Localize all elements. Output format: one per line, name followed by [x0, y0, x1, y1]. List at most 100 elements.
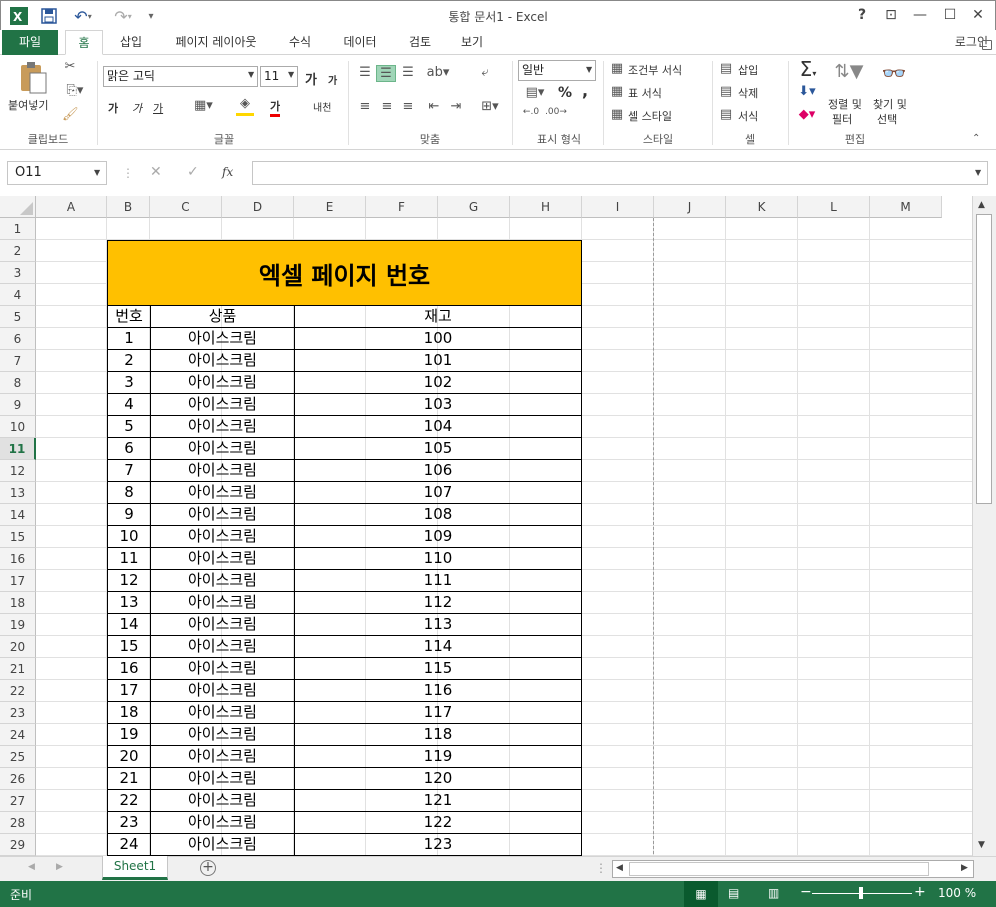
- comma-button[interactable]: ,: [582, 81, 588, 100]
- table-cell[interactable]: 103: [294, 394, 582, 416]
- maximize-icon[interactable]: ☐: [936, 4, 964, 26]
- table-cell[interactable]: 13: [107, 592, 150, 614]
- formula-input[interactable]: [252, 161, 988, 185]
- delete-cells-button[interactable]: 삭제: [738, 85, 758, 101]
- table-header-cell[interactable]: 번호: [107, 306, 150, 328]
- cut-icon[interactable]: ✂: [62, 59, 78, 74]
- table-cell[interactable]: 102: [294, 372, 582, 394]
- align-middle-icon[interactable]: ☰: [376, 65, 396, 82]
- tab-formulas[interactable]: 수식: [280, 30, 320, 55]
- sheet-title-cell[interactable]: 엑셀 페이지 번호: [107, 240, 582, 306]
- font-name-select[interactable]: 맑은 고딕: [103, 66, 258, 87]
- table-cell[interactable]: 아이스크림: [150, 812, 294, 834]
- new-sheet-icon[interactable]: +: [200, 860, 216, 876]
- column-header-f[interactable]: F: [366, 196, 438, 218]
- table-cell[interactable]: 14: [107, 614, 150, 636]
- table-cell[interactable]: 아이스크림: [150, 548, 294, 570]
- row-header-28[interactable]: 28: [0, 812, 36, 834]
- shrink-font-button[interactable]: 가: [328, 72, 337, 87]
- table-cell[interactable]: 111: [294, 570, 582, 592]
- row-header-5[interactable]: 5: [0, 306, 36, 328]
- table-cell[interactable]: 4: [107, 394, 150, 416]
- underline-button[interactable]: 가: [153, 100, 163, 116]
- table-cell[interactable]: 아이스크림: [150, 460, 294, 482]
- row-header-2[interactable]: 2: [0, 240, 36, 262]
- table-cell[interactable]: 아이스크림: [150, 746, 294, 768]
- table-cell[interactable]: 3: [107, 372, 150, 394]
- grow-font-button[interactable]: 가: [305, 69, 317, 88]
- scroll-left-icon[interactable]: ◀: [616, 863, 623, 873]
- zoom-slider-thumb[interactable]: [859, 887, 863, 899]
- column-header-g[interactable]: G: [438, 196, 510, 218]
- accounting-format-icon[interactable]: ▤▾: [520, 85, 550, 100]
- close-icon[interactable]: ✕: [964, 4, 992, 26]
- align-left-icon[interactable]: ≡: [356, 99, 374, 114]
- tab-file[interactable]: 파일: [2, 30, 58, 56]
- table-cell[interactable]: 아이스크림: [150, 768, 294, 790]
- table-cell[interactable]: 112: [294, 592, 582, 614]
- paste-icon[interactable]: [18, 61, 48, 95]
- table-cell[interactable]: 10: [107, 526, 150, 548]
- expand-formula-icon[interactable]: ▼: [975, 168, 981, 177]
- column-header-l[interactable]: L: [798, 196, 870, 218]
- column-header-d[interactable]: D: [222, 196, 294, 218]
- cell-styles-button[interactable]: 셀 스타일: [628, 108, 672, 124]
- clear-icon[interactable]: ◆▾: [794, 107, 820, 122]
- conditional-format-button[interactable]: 조건부 서식: [628, 62, 682, 78]
- table-cell[interactable]: 101: [294, 350, 582, 372]
- table-cell[interactable]: 118: [294, 724, 582, 746]
- column-header-c[interactable]: C: [150, 196, 222, 218]
- autosum-icon[interactable]: Σ▾: [794, 57, 822, 81]
- name-box[interactable]: O11: [7, 161, 107, 185]
- insert-function-icon[interactable]: fx: [222, 165, 233, 179]
- borders-icon[interactable]: ▦▾: [194, 98, 213, 113]
- page-break-view-icon[interactable]: ▥: [768, 886, 779, 900]
- column-header-b[interactable]: B: [107, 196, 150, 218]
- table-cell[interactable]: 16: [107, 658, 150, 680]
- zoom-in-icon[interactable]: +: [914, 884, 926, 900]
- select-all-corner[interactable]: [0, 196, 36, 218]
- scroll-down-icon[interactable]: ▼: [978, 840, 985, 850]
- row-header-12[interactable]: 12: [0, 460, 36, 482]
- row-header-10[interactable]: 10: [0, 416, 36, 438]
- table-cell[interactable]: 21: [107, 768, 150, 790]
- table-cell[interactable]: 18: [107, 702, 150, 724]
- row-header-9[interactable]: 9: [0, 394, 36, 416]
- row-header-27[interactable]: 27: [0, 790, 36, 812]
- table-cell[interactable]: 105: [294, 438, 582, 460]
- tab-review[interactable]: 검토: [400, 30, 440, 55]
- column-header-i[interactable]: I: [582, 196, 654, 218]
- wrap-text-icon[interactable]: ⤶: [476, 65, 494, 80]
- row-header-11[interactable]: 11: [0, 438, 36, 460]
- table-cell[interactable]: 107: [294, 482, 582, 504]
- zoom-level[interactable]: 100 %: [938, 886, 976, 900]
- table-cell[interactable]: 20: [107, 746, 150, 768]
- table-cell[interactable]: 110: [294, 548, 582, 570]
- normal-view-icon[interactable]: ▦: [684, 881, 718, 907]
- table-cell[interactable]: 113: [294, 614, 582, 636]
- sort-filter-button[interactable]: 정렬 및: [828, 96, 862, 112]
- table-cell[interactable]: 6: [107, 438, 150, 460]
- align-center-icon[interactable]: ≡: [378, 99, 396, 114]
- increase-indent-icon[interactable]: ⇥: [447, 99, 465, 114]
- tab-split-handle-icon[interactable]: ⋮: [595, 861, 607, 875]
- find-select-button[interactable]: 찾기 및: [873, 96, 907, 112]
- align-top-icon[interactable]: ☰: [356, 65, 374, 80]
- copy-icon[interactable]: ⎘▾: [62, 83, 88, 98]
- paste-button[interactable]: 붙여넣기: [8, 97, 48, 113]
- table-header-cell[interactable]: 재고: [294, 306, 582, 328]
- table-cell[interactable]: 아이스크림: [150, 416, 294, 438]
- page-layout-view-icon[interactable]: ▤: [728, 886, 739, 900]
- row-header-29[interactable]: 29: [0, 834, 36, 856]
- table-cell[interactable]: 아이스크림: [150, 724, 294, 746]
- row-header-1[interactable]: 1: [0, 218, 36, 240]
- row-header-8[interactable]: 8: [0, 372, 36, 394]
- zoom-out-icon[interactable]: −: [800, 884, 812, 900]
- table-cell[interactable]: 121: [294, 790, 582, 812]
- table-cell[interactable]: 24: [107, 834, 150, 856]
- bold-button[interactable]: 가: [108, 100, 118, 116]
- table-cell[interactable]: 아이스크림: [150, 614, 294, 636]
- format-painter-icon[interactable]: 🖌: [62, 107, 79, 122]
- row-header-25[interactable]: 25: [0, 746, 36, 768]
- vertical-scrollbar[interactable]: ▲ ▼: [972, 196, 996, 856]
